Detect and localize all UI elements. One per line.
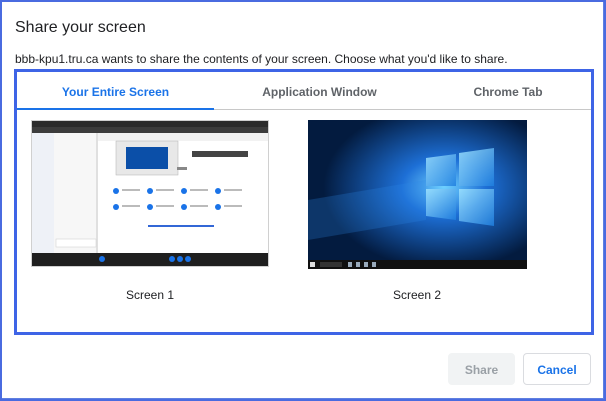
share-screen-dialog: Share your screen bbb-kpu1.tru.ca wants … [0, 0, 604, 399]
tab-entire-screen[interactable]: Your Entire Screen [17, 72, 214, 110]
source-picker-panel: Your Entire Screen Application Window Ch… [14, 69, 594, 335]
tab-application-window[interactable]: Application Window [214, 72, 425, 109]
dialog-subtitle: bbb-kpu1.tru.ca wants to share the conte… [15, 52, 508, 66]
screen-2-label: Screen 2 [392, 288, 442, 302]
screen-2-preview-image [307, 120, 527, 269]
dialog-title: Share your screen [15, 19, 146, 36]
screen-1-preview-image [32, 121, 268, 266]
screen-1-label: Screen 1 [125, 288, 175, 302]
tab-chrome-tab[interactable]: Chrome Tab [425, 72, 591, 109]
screen-option-1[interactable]: Screen 1 [30, 120, 270, 302]
source-tabs: Your Entire Screen Application Window Ch… [17, 72, 591, 110]
screen-1-thumbnail [31, 120, 269, 267]
share-button[interactable]: Share [448, 353, 515, 385]
cancel-button[interactable]: Cancel [523, 353, 591, 385]
screen-2-thumbnail [307, 120, 527, 269]
screen-option-2[interactable]: Screen 2 [307, 120, 527, 302]
